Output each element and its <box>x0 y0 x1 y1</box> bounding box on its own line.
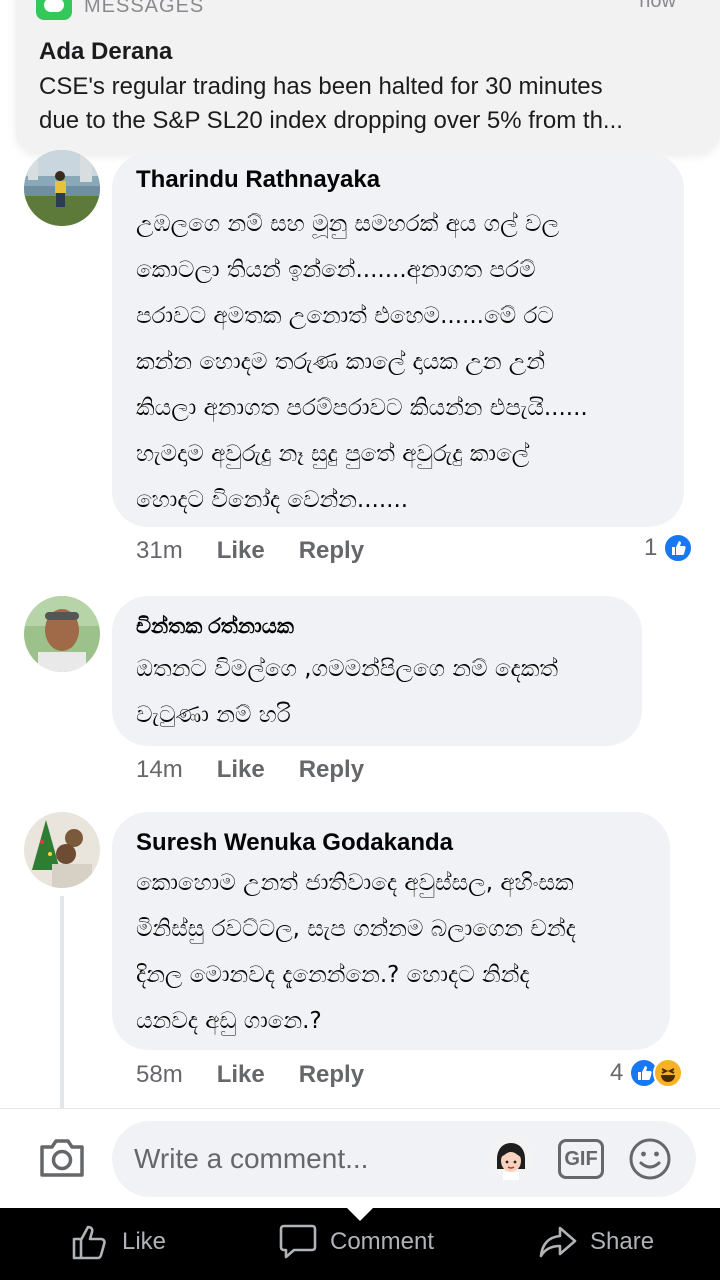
reaction-count: 1 <box>644 534 658 561</box>
comment-author[interactable]: චින්තක රත්නායක <box>136 612 618 642</box>
avatar[interactable] <box>24 812 100 888</box>
comment-text: කොහොම උනත් ජාතිවාදෙ අවුස්සල, අහිංසක මිනි… <box>136 860 646 1044</box>
comment-meta: 31m Like Reply <box>136 537 364 565</box>
comment-meta: 58m Like Reply <box>136 1061 364 1089</box>
comment-time: 58m <box>136 1061 183 1088</box>
comment-time: 14m <box>136 756 183 783</box>
comment-action-label: Comment <box>330 1228 435 1255</box>
share-arrow-icon <box>539 1226 577 1258</box>
notification-app: MESSAGES <box>36 0 204 20</box>
comment-line: පරාවට අමතක උනොත් එහෙම......මේ රට <box>136 303 554 329</box>
like-link[interactable]: Like <box>217 1061 265 1089</box>
messages-app-icon <box>36 0 72 20</box>
avatar-photo <box>24 150 100 226</box>
reply-link[interactable]: Reply <box>299 756 364 784</box>
like-link[interactable]: Like <box>217 756 265 784</box>
comment-composer: GIF <box>0 1108 720 1208</box>
like-action-label: Like <box>122 1228 167 1255</box>
notification-body-line: CSE's regular trading has been halted fo… <box>39 73 603 100</box>
reply-link[interactable]: Reply <box>299 1061 364 1089</box>
thread-line <box>60 896 64 1110</box>
avatar[interactable] <box>24 150 100 226</box>
comment-line: කොටලා තියන් ඉන්නේ.......අනාගත පරම් <box>136 257 536 283</box>
notification-body-line: due to the S&P SL20 index dropping over … <box>39 107 623 134</box>
comment-meta: 14m Like Reply <box>136 756 364 784</box>
post-action-bar: Like Comment Share <box>0 1207 720 1280</box>
comment-bubble-icon <box>279 1224 317 1259</box>
avatar-sticker-icon[interactable] <box>488 1135 534 1186</box>
reaction-count: 4 <box>610 1059 624 1086</box>
comment-line: මිනිස්සු රවට්ටල, සැප ගන්නම බලාගෙන චන්ද <box>136 916 576 942</box>
comment-line: හැමදාම අවුරුදු නෑ සුදු පුතේ අවුරුදු කාලේ <box>136 441 530 467</box>
like-action-button[interactable]: Like <box>70 1222 166 1262</box>
share-action-label: Share <box>590 1228 655 1255</box>
comment-text: ඔතනට විමල්ගෙ ,ගමමන්පිලගෙ නම් දෙකත් වැටුණ… <box>136 646 618 738</box>
comment-input[interactable] <box>134 1139 464 1179</box>
thumbs-up-outline-icon <box>72 1225 106 1260</box>
gif-button[interactable]: GIF <box>558 1139 604 1179</box>
comment-action-button[interactable]: Comment <box>278 1222 434 1262</box>
comment-line: යනවද අඩු ගානෙ.? <box>136 1008 322 1034</box>
caret-pointer <box>346 1207 374 1221</box>
comment-bubble[interactable]: Tharindu Rathnayaka උඹලගෙ නම් සහ මූනු සම… <box>112 153 684 527</box>
thumbs-up-icon <box>663 533 694 563</box>
avatar-photo <box>24 812 100 888</box>
comment-line: වැටුණා නම් හරි <box>136 702 291 728</box>
reaction-summary[interactable]: 4 <box>610 1058 684 1088</box>
comment-author[interactable]: Tharindu Rathnayaka <box>136 165 660 195</box>
reaction-summary[interactable]: 1 <box>644 533 694 563</box>
share-action-button[interactable]: Share <box>538 1222 654 1262</box>
reply-link[interactable]: Reply <box>299 537 364 565</box>
like-link[interactable]: Like <box>217 537 265 565</box>
haha-icon <box>653 1058 684 1088</box>
comment-input-pill[interactable]: GIF <box>112 1121 696 1197</box>
comment-line: ඔතනට විමල්ගෙ ,ගමමන්පිලගෙ නම් දෙකත් <box>136 656 559 682</box>
notification-body: CSE's regular trading has been halted fo… <box>39 70 689 138</box>
comment-line: දිනල මොනවද දැනෙන්නෙ.? හොදට නින්ද <box>136 962 530 988</box>
avatar-photo <box>24 596 100 672</box>
comment-author[interactable]: Suresh Wenuka Godakanda <box>136 828 646 858</box>
comment-line: හොදට විනෝද වෙන්න....... <box>136 487 409 513</box>
notification-time: now <box>639 0 676 12</box>
comment-line: කියලා අනාගත පරම්පරාවට කියන්න එපැයි...... <box>136 395 588 421</box>
comment-time: 31m <box>136 537 183 564</box>
comment-bubble[interactable]: චින්තක රත්නායක ඔතනට විමල්ගෙ ,ගමමන්පිලගෙ … <box>112 596 642 746</box>
comment-line: උඹලගෙ නම් සහ මූනු සමහරක් අය ගල් වල <box>136 211 560 237</box>
comment-bubble[interactable]: Suresh Wenuka Godakanda කොහොම උනත් ජාතිව… <box>112 812 670 1050</box>
camera-icon[interactable] <box>38 1137 86 1184</box>
comment-line: කොහොම උනත් ජාතිවාදෙ අවුස්සල, අහිංසක <box>136 870 574 896</box>
avatar[interactable] <box>24 596 100 672</box>
emoji-icon[interactable] <box>628 1137 672 1186</box>
comment-line: කන්න හොදම තරුණ කාලේ දායක උන උන් <box>136 349 546 375</box>
comment-text: උඹලගෙ නම් සහ මූනු සමහරක් අය ගල් වල කොටලා… <box>136 201 660 523</box>
notification-app-name: MESSAGES <box>84 0 205 17</box>
notification-banner[interactable]: MESSAGES now Ada Derana CSE's regular tr… <box>16 0 720 154</box>
notification-title: Ada Derana <box>39 38 173 65</box>
